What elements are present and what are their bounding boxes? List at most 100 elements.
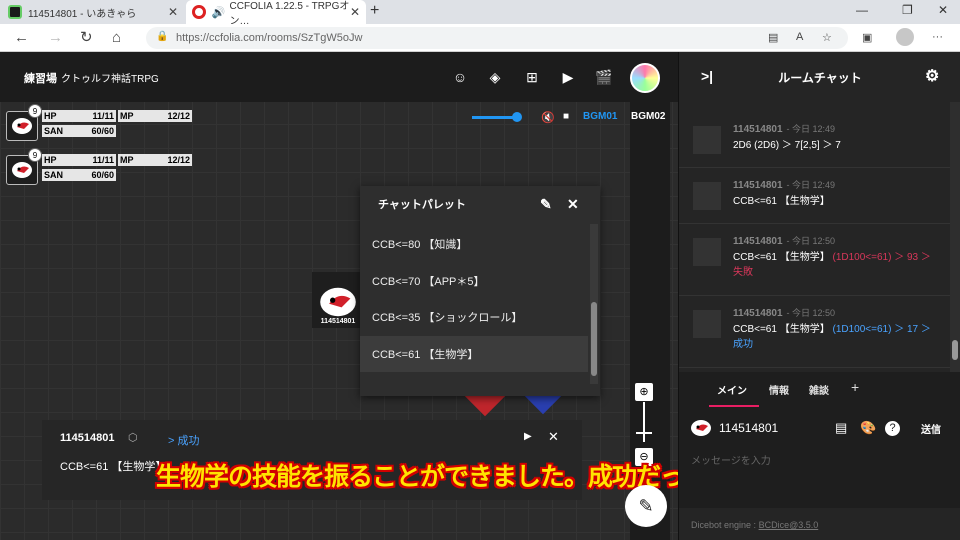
room-toolbar: 練習場 クトゥルフ神話TRPG ☺ ◈ ⊞ ▶ 🎬 (0, 52, 678, 102)
message-avatar (693, 238, 721, 266)
reading-view-icon[interactable]: ▤ (768, 31, 778, 44)
tab-chat[interactable]: 雑談 (809, 382, 829, 397)
status-card[interactable]: 9 HP 11/11 MP 12/12 SAN 60/60 (6, 148, 192, 186)
screen-icon[interactable]: ▶ (559, 68, 577, 86)
scrollbar-thumb[interactable] (952, 340, 958, 360)
zoom-slider-handle[interactable] (636, 432, 652, 434)
app: 練習場 クトゥルフ神話TRPG ☺ ◈ ⊞ ▶ 🎬 🔇 ■ BGM01 BGM02… (0, 52, 960, 540)
chat-message: 114514801- 今日 12:49 2D6 (2D6) ＞ 7[2,5] ＞… (679, 112, 951, 168)
edit-fab-button[interactable]: ✎ (625, 485, 667, 527)
result-name: 114514801 (60, 432, 115, 444)
mp-cell: MP 12/12 (118, 154, 192, 166)
browser-tab-2[interactable]: 🔊 CCFOLIA 1.22.5 - TRPGオン… ✕ (186, 0, 366, 27)
result-success: > 成功 (168, 435, 200, 447)
hp-label: HP (44, 111, 57, 121)
character-token[interactable]: 114514801 (312, 272, 364, 328)
palette-icon[interactable]: 🎨 (860, 420, 876, 436)
message-input[interactable]: メッセージを入力 (691, 452, 771, 467)
chat-message-list[interactable]: 114514801- 今日 12:49 2D6 (2D6) ＞ 7[2,5] ＞… (679, 102, 951, 372)
help-icon[interactable]: ? (885, 421, 900, 436)
active-tab-indicator (709, 405, 759, 407)
dicebot-link[interactable]: BCDice@3.5.0 (759, 520, 819, 530)
hp-cell: HP 11/11 (42, 154, 116, 166)
message-time: - 今日 12:49 (786, 124, 836, 134)
add-note-icon[interactable]: ⊞ (523, 68, 541, 86)
message-text: CCB<=61 【生物学】 (1D100<=61) ＞ 17 ＞ 成功 (733, 322, 943, 352)
status-card[interactable]: 9 HP 11/11 MP 12/12 SAN 60/60 (6, 104, 192, 142)
mp-cell: MP 12/12 (118, 110, 192, 122)
zoom-slider-track[interactable] (643, 402, 645, 442)
new-tab-icon[interactable]: + (370, 2, 379, 20)
chat-scrollbar[interactable] (950, 102, 960, 372)
close-icon[interactable]: ✕ (567, 196, 579, 213)
home-icon[interactable]: ⌂ (112, 29, 121, 47)
palette-item[interactable]: CCB<=61 【生物学】 (360, 336, 588, 372)
bird-icon (320, 287, 356, 317)
favorite-icon[interactable]: ☆ (822, 31, 832, 44)
collections-icon[interactable]: ▣ (862, 31, 872, 44)
token-name: 114514801 (320, 318, 356, 325)
mp-value: 12/12 (167, 155, 190, 165)
speaker-name[interactable]: 114514801 (719, 421, 778, 435)
back-icon[interactable]: ← (14, 29, 29, 47)
scene-icon[interactable]: 🎬 (595, 68, 613, 86)
edit-icon[interactable]: ✎ (540, 196, 552, 213)
dicebot-info: Dicebot engine : BCDice@3.5.0 (691, 520, 818, 530)
url-field[interactable]: 🔒 https://ccfolia.com/rooms/SzTgW5oJw (146, 27, 848, 49)
user-avatar[interactable] (630, 63, 660, 93)
message-avatar (693, 126, 721, 154)
palette-item[interactable]: CCB<=80 【知識】 (360, 226, 588, 262)
san-cell: SAN 60/60 (42, 169, 116, 181)
maximize-icon[interactable]: ❐ (902, 3, 913, 17)
chat-input-area: 114514801 ▤ 🎨 ? 送信 メッセージを入力 (679, 408, 960, 508)
play-icon[interactable]: ▶ (524, 431, 532, 442)
tab-info[interactable]: 情報 (769, 382, 789, 397)
speaker-icon[interactable]: 🔊 (212, 6, 226, 19)
minimize-icon[interactable]: — (856, 3, 868, 17)
palette-item[interactable]: CCB<=35 【ショックロール】 (360, 299, 588, 335)
browser-tab-1[interactable]: 114514801 - いあきゃら ✕ (8, 0, 184, 24)
chat-message: 114514801- 今日 12:49 CCB<=61 【生物学】 (679, 168, 951, 224)
site-favicon (8, 5, 22, 19)
collapse-icon[interactable]: >| (701, 68, 713, 84)
dicebot-label: Dicebot engine : (691, 520, 757, 530)
profile-avatar[interactable] (896, 28, 914, 46)
san-value: 60/60 (91, 126, 114, 136)
scrollbar-thumb[interactable] (591, 302, 597, 376)
volume-slider-knob[interactable] (512, 112, 522, 122)
bgm01-button[interactable]: BGM01 (583, 111, 617, 122)
close-window-icon[interactable]: ✕ (938, 3, 948, 17)
zoom-in-icon[interactable]: ⊕ (635, 383, 653, 401)
lock-icon: 🔒 (156, 31, 169, 42)
speaker-avatar[interactable] (687, 416, 715, 440)
bird-icon (691, 420, 711, 436)
palette-scrollbar[interactable] (590, 224, 598, 384)
palette-title: チャットパレット (378, 199, 466, 211)
bird-icon (12, 162, 32, 178)
reload-icon[interactable]: ↻ (80, 29, 93, 47)
character-icon[interactable]: ☺ (451, 68, 469, 86)
list-icon[interactable]: ▤ (835, 420, 847, 436)
close-icon[interactable]: ✕ (548, 429, 559, 445)
read-aloud-icon[interactable]: A (796, 31, 803, 43)
add-tab-icon[interactable]: + (851, 379, 859, 395)
room-name: 練習場 (24, 73, 57, 85)
close-icon[interactable]: ✕ (168, 5, 178, 19)
close-icon[interactable]: ✕ (350, 5, 360, 19)
forward-icon[interactable]: → (48, 29, 63, 47)
mute-icon[interactable]: 🔇 (541, 111, 555, 124)
stop-icon[interactable]: ■ (563, 111, 569, 122)
layers-icon[interactable]: ◈ (486, 68, 504, 86)
room-chat-panel: >| ルームチャット ⚙ 114514801- 今日 12:49 2D6 (2D… (678, 52, 960, 540)
chat-message: 114514801- 今日 12:50 CCB<=61 【生物学】 (1D100… (679, 296, 951, 368)
palette-item[interactable]: CCB<=70 【APP＊5】 (360, 263, 588, 299)
send-button[interactable]: 送信 (921, 421, 941, 436)
message-avatar (693, 310, 721, 338)
more-icon[interactable]: ··· (932, 31, 943, 43)
bgm02-button[interactable]: BGM02 (631, 111, 665, 122)
message-author: 114514801 (733, 180, 783, 191)
tab-main[interactable]: メイン (717, 382, 747, 397)
initiative-badge: 9 (28, 148, 42, 162)
gear-icon[interactable]: ⚙ (925, 66, 939, 86)
hp-cell: HP 11/11 (42, 110, 116, 122)
